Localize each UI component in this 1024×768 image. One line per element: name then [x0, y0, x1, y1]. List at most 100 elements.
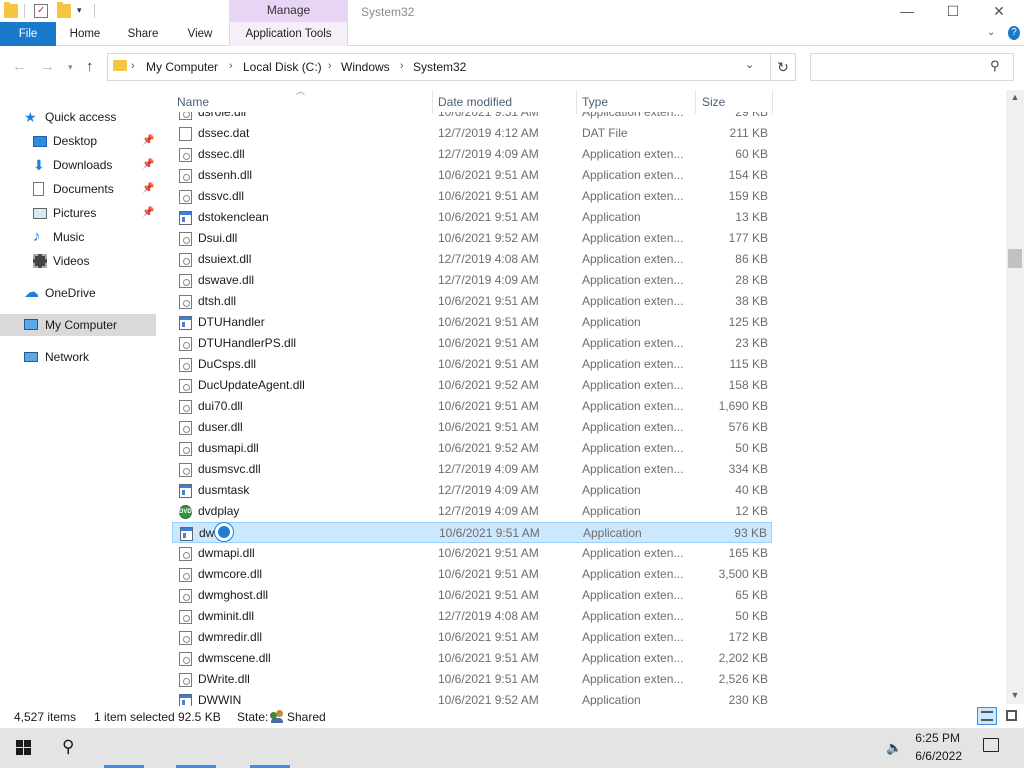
scroll-up-arrow-icon[interactable]: ▲ [1006, 92, 1024, 108]
file-size: 38 KB [735, 294, 768, 308]
column-header-type[interactable]: Type [582, 95, 608, 109]
breadcrumb-windows[interactable]: Windows [341, 60, 390, 74]
file-row[interactable]: DTUHandler 10/6/2021 9:51 AM Application 12… [172, 312, 772, 333]
tab-home[interactable]: Home [62, 22, 108, 46]
file-row[interactable]: dstokenclean 10/6/2021 9:51 AM Application… [172, 207, 772, 228]
nav-onedrive[interactable]: ☁ OneDrive [0, 282, 156, 304]
file-row[interactable]: dwm 10/6/2021 9:51 AM Application 93 KB [172, 522, 772, 543]
recent-locations-icon[interactable]: ▾ [68, 62, 73, 73]
column-divider[interactable] [695, 90, 696, 114]
file-row[interactable]: duser.dll 10/6/2021 9:51 AM Application ex… [172, 417, 772, 438]
file-row[interactable]: dssec.dll 12/7/2019 4:09 AM Application ex… [172, 144, 772, 165]
column-header-name[interactable]: Name [177, 95, 209, 109]
chevron-right-icon[interactable]: › [328, 60, 332, 72]
up-arrow-icon[interactable]: ↑ [86, 58, 94, 75]
chevron-right-icon[interactable]: › [131, 60, 135, 72]
file-row[interactable]: dssec.dat 12/7/2019 4:12 AM DAT File 211 KB [172, 123, 772, 144]
help-icon[interactable]: ? [1008, 26, 1020, 40]
column-divider[interactable] [576, 90, 577, 114]
file-row[interactable]: dwmredir.dll 10/6/2021 9:51 AM Application… [172, 627, 772, 648]
details-view-button[interactable] [977, 707, 997, 725]
nav-music[interactable]: ♪ Music [0, 226, 156, 248]
column-header-size[interactable]: Size [702, 95, 725, 109]
tab-view[interactable]: View [178, 22, 222, 46]
file-row[interactable]: dwmghost.dll 10/6/2021 9:51 AM Application… [172, 585, 772, 606]
pin-icon[interactable]: 📌 [142, 202, 154, 224]
back-arrow-icon[interactable]: ← [12, 58, 27, 75]
file-size: 125 KB [728, 315, 768, 329]
scrollbar-thumb[interactable] [1008, 249, 1022, 268]
pin-icon[interactable]: 📌 [142, 154, 154, 176]
file-row[interactable]: dswave.dll 12/7/2019 4:09 AM Application e… [172, 270, 772, 291]
file-row[interactable]: dwmcore.dll 10/6/2021 9:51 AM Application … [172, 564, 772, 585]
file-row[interactable]: Dsui.dll 10/6/2021 9:52 AM Application ext… [172, 228, 772, 249]
file-row[interactable]: dusmsvc.dll 12/7/2019 4:09 AM Application … [172, 459, 772, 480]
nav-pictures[interactable]: Pictures 📌 [0, 202, 156, 224]
file-row[interactable]: dwmapi.dll 10/6/2021 9:51 AM Application e… [172, 543, 772, 564]
file-row[interactable]: dssvc.dll 10/6/2021 9:51 AM Application ex… [172, 186, 772, 207]
new-folder-icon[interactable] [57, 2, 71, 18]
file-row[interactable]: dwmscene.dll 10/6/2021 9:51 AM Application… [172, 648, 772, 669]
file-size: 165 KB [728, 546, 768, 560]
nav-quick-access[interactable]: ★ Quick access [0, 106, 156, 128]
search-icon[interactable]: ⚲ [990, 58, 1000, 74]
file-row[interactable]: dvdplay 12/7/2019 4:09 AM Application 12 KB [172, 501, 772, 522]
clock-time[interactable]: 6:25 PM [900, 731, 960, 745]
file-row[interactable]: dusmtask 12/7/2019 4:09 AM Application 40 K… [172, 480, 772, 501]
vertical-scrollbar[interactable] [1006, 90, 1024, 704]
nav-downloads[interactable]: ⬇ Downloads 📌 [0, 154, 156, 176]
nav-my-computer[interactable]: My Computer [0, 314, 156, 336]
file-row[interactable]: dusmapi.dll 10/6/2021 9:52 AM Application … [172, 438, 772, 459]
file-row[interactable]: dui70.dll 10/6/2021 9:51 AM Application ex… [172, 396, 772, 417]
pin-icon[interactable]: 📌 [142, 130, 154, 152]
breadcrumb-local-disk[interactable]: Local Disk (C:) [243, 60, 322, 74]
windows-start-icon[interactable] [16, 740, 32, 756]
clock-date[interactable]: 6/6/2022 [900, 749, 962, 763]
notification-center-icon[interactable] [983, 738, 999, 752]
column-divider[interactable] [772, 90, 773, 114]
chevron-right-icon[interactable]: › [400, 60, 404, 72]
search-icon[interactable]: ⚲ [62, 737, 74, 757]
file-type: Application [582, 483, 641, 497]
large-icons-view-button[interactable] [1002, 707, 1022, 725]
file-size: 2,526 KB [718, 672, 768, 686]
chevron-right-icon[interactable]: › [229, 60, 233, 72]
file-row[interactable]: DuCsps.dll 10/6/2021 9:51 AM Application e… [172, 354, 772, 375]
search-input[interactable] [810, 53, 1014, 81]
forward-arrow-icon[interactable]: → [40, 58, 55, 75]
file-row[interactable]: dtsh.dll 10/6/2021 9:51 AM Application ext… [172, 291, 772, 312]
folder-icon [4, 2, 18, 18]
chevron-down-icon[interactable]: ⌄ [745, 58, 754, 71]
properties-icon[interactable]: ✓ [34, 4, 48, 18]
file-row[interactable]: DWrite.dll 10/6/2021 9:51 AM Application e… [172, 669, 772, 690]
file-size: 23 KB [735, 336, 768, 350]
breadcrumb-my-computer[interactable]: My Computer [146, 60, 218, 74]
column-divider[interactable] [432, 90, 433, 114]
large-icons-view-icon [1006, 710, 1017, 721]
nav-label: Downloads [53, 158, 113, 172]
tab-file[interactable]: File [0, 22, 56, 46]
file-row[interactable]: dssenh.dll 10/6/2021 9:51 AM Application e… [172, 165, 772, 186]
file-row[interactable]: dsuiext.dll 12/7/2019 4:08 AM Application … [172, 249, 772, 270]
ribbon-expand-icon[interactable]: ⌄ [987, 27, 995, 38]
application-icon [179, 211, 192, 225]
nav-network[interactable]: Network [0, 346, 156, 368]
file-row[interactable]: dsrole.dll 10/6/2021 9:51 AM Application e… [172, 112, 772, 123]
tab-share[interactable]: Share [120, 22, 166, 46]
nav-videos[interactable]: Videos [0, 250, 156, 272]
nav-documents[interactable]: Documents 📌 [0, 178, 156, 200]
minimize-button[interactable]: — [884, 0, 930, 22]
refresh-button[interactable]: ↻ [770, 53, 796, 81]
scroll-down-arrow-icon[interactable]: ▼ [1006, 690, 1024, 706]
file-row[interactable]: DucUpdateAgent.dll 10/6/2021 9:52 AM Appli… [172, 375, 772, 396]
pin-icon[interactable]: 📌 [142, 178, 154, 200]
close-button[interactable]: ✕ [976, 0, 1022, 22]
maximize-button[interactable]: ☐ [930, 0, 976, 22]
file-row[interactable]: DTUHandlerPS.dll 10/6/2021 9:51 AM Applica… [172, 333, 772, 354]
breadcrumb-system32[interactable]: System32 [413, 60, 466, 74]
tab-application-tools[interactable]: Application Tools [229, 22, 348, 46]
nav-desktop[interactable]: Desktop 📌 [0, 130, 156, 152]
column-header-date[interactable]: Date modified [438, 95, 512, 109]
file-row[interactable]: dwminit.dll 12/7/2019 4:08 AM Application … [172, 606, 772, 627]
customize-quick-access-icon[interactable]: ▾ [77, 5, 82, 16]
